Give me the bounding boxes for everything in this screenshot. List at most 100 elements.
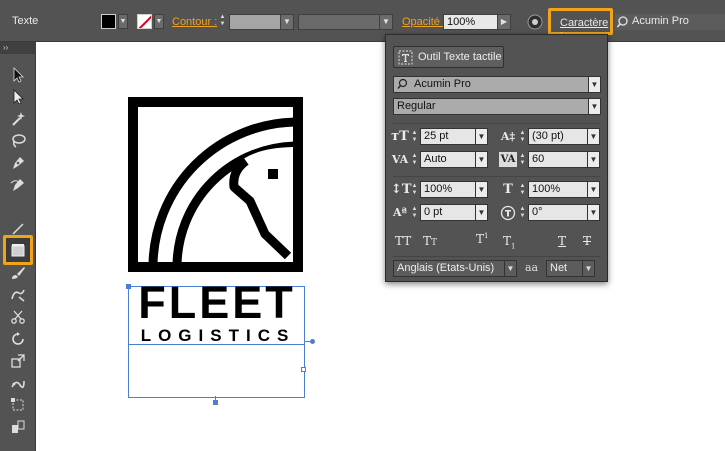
font-family-search-icon (397, 78, 410, 96)
control-bar: Texte ▼ ▼ Contour : ▲ ▼ ▼ ▼ Opacité : 100… (0, 0, 725, 42)
subscript-icon[interactable]: T1 (503, 234, 515, 250)
character-panel-toggle[interactable]: Caractère : (548, 8, 613, 41)
vertical-scale-dropdown-icon[interactable]: ▼ (475, 181, 488, 198)
font-size-icon: ᴛT (391, 129, 409, 144)
opacity-field[interactable]: 100% (443, 14, 498, 30)
tracking-icon: VA (499, 152, 517, 167)
font-family-value: Acumin Pro (414, 78, 471, 90)
panel-divider (393, 123, 601, 124)
vertical-scale-spinner[interactable]: ▲ ▼ (410, 181, 419, 198)
horizontal-scale-field[interactable]: 100% (528, 181, 588, 198)
variable-width-dropdown-icon[interactable]: ▼ (379, 14, 393, 30)
tracking-field[interactable]: 60 (528, 151, 588, 168)
vertical-scale-field[interactable]: 100% (420, 181, 476, 198)
scale-tool-icon[interactable] (7, 350, 29, 372)
superscript-icon[interactable]: T1 (476, 232, 488, 246)
recolor-icon[interactable] (526, 13, 544, 31)
shaper-tool-icon[interactable] (7, 284, 29, 306)
stroke-swatch[interactable] (137, 14, 152, 29)
rectangle-tool-icon[interactable] (7, 240, 29, 262)
kerning-icon: VA (391, 153, 409, 166)
touch-type-icon (398, 50, 413, 68)
tracking-dropdown-icon[interactable]: ▼ (587, 151, 600, 168)
font-style-dropdown-icon[interactable]: ▼ (588, 98, 601, 115)
leading-spinner[interactable]: ▲ ▼ (518, 128, 527, 145)
font-size-spinner[interactable]: ▲ ▼ (410, 128, 419, 145)
touch-type-label: Outil Texte tactile (418, 51, 502, 63)
puppet-warp-tool-icon[interactable] (7, 372, 29, 394)
kerning-spinner[interactable]: ▲ ▼ (410, 151, 419, 168)
stroke-weight-field[interactable] (229, 14, 281, 30)
opacity-arrow-icon[interactable]: ▶ (497, 14, 511, 30)
horizontal-scale-spinner[interactable]: ▲ ▼ (518, 181, 527, 198)
overflow-handle[interactable] (301, 367, 306, 372)
toolbox-collapse-icon[interactable]: ›› (0, 42, 36, 54)
free-transform-tool-icon[interactable] (7, 394, 29, 416)
small-caps-icon[interactable]: TT (423, 234, 437, 248)
font-family-dropdown-icon[interactable]: ▼ (588, 76, 601, 93)
panel-divider (393, 176, 601, 177)
logo-wordmark-logistics[interactable]: LOGISTICS (126, 326, 310, 346)
leading-icon: A‡ (500, 130, 516, 143)
rotation-dropdown-icon[interactable]: ▼ (587, 204, 600, 221)
horizontal-scale-icon: T (503, 182, 513, 197)
horizontal-scale-dropdown-icon[interactable]: ▼ (587, 181, 600, 198)
character-panel: Outil Texte tactile Acumin Pro ▼ Regular… (385, 34, 608, 282)
antialias-icon: aa (525, 261, 539, 274)
underline-icon[interactable]: T (558, 234, 566, 248)
pen-tool-icon[interactable] (7, 152, 29, 174)
font-size-field[interactable]: 25 pt (420, 128, 476, 145)
selection-tool-icon[interactable] (7, 64, 29, 86)
vertical-scale-icon: ↕T (391, 182, 412, 197)
fill-swatch[interactable] (101, 14, 116, 29)
language-dropdown-icon[interactable]: ▼ (504, 260, 517, 277)
magic-wand-tool-icon[interactable] (7, 108, 29, 130)
font-family-select[interactable]: Acumin Pro (393, 76, 589, 93)
horse-logo-mark[interactable] (128, 97, 303, 272)
paintbrush-tool-icon[interactable] (7, 262, 29, 284)
active-tool-name: Texte (12, 15, 39, 27)
baseline-shift-icon: Aª (393, 206, 407, 219)
leading-dropdown-icon[interactable]: ▼ (587, 128, 600, 145)
line-segment-tool-icon[interactable] (7, 218, 29, 240)
handle-stem (215, 396, 216, 401)
kerning-field[interactable]: Auto (420, 151, 476, 168)
font-style-select[interactable]: Regular (393, 98, 589, 115)
rotate-tool-icon[interactable] (7, 328, 29, 350)
baseline-dot[interactable] (310, 339, 315, 344)
panel-divider (393, 256, 601, 257)
leading-field[interactable]: (30 pt) (528, 128, 588, 145)
language-select[interactable]: Anglais (Etats-Unis) (393, 260, 505, 277)
opacity-label[interactable]: Opacité : (402, 16, 446, 28)
baseline-shift-field[interactable]: 0 pt (420, 204, 476, 221)
lasso-tool-icon[interactable] (7, 130, 29, 152)
stroke-weight-dropdown-icon[interactable]: ▼ (280, 14, 294, 30)
rotation-spinner[interactable]: ▲ ▼ (518, 204, 527, 221)
scissors-tool-icon[interactable] (7, 306, 29, 328)
font-size-dropdown-icon[interactable]: ▼ (475, 128, 488, 145)
logo-wordmark-fleet[interactable]: FLEET (128, 280, 306, 325)
shape-builder-tool-icon[interactable] (7, 416, 29, 438)
stroke-weight-spinner[interactable]: ▲ ▼ (218, 13, 227, 29)
font-search-icon (616, 15, 631, 32)
variable-width-profile-field[interactable] (298, 14, 380, 30)
antialias-select[interactable]: Net (546, 260, 583, 277)
curvature-tool-icon[interactable] (7, 174, 29, 196)
direct-selection-tool-icon[interactable] (7, 86, 29, 108)
font-name: Acumin Pro (632, 15, 689, 27)
stroke-dropdown-icon[interactable]: ▼ (154, 14, 164, 29)
antialias-dropdown-icon[interactable]: ▼ (582, 260, 595, 277)
tracking-spinner[interactable]: ▲ ▼ (518, 151, 527, 168)
kerning-dropdown-icon[interactable]: ▼ (475, 151, 488, 168)
character-rotation-icon (500, 205, 516, 221)
touch-type-button[interactable]: Outil Texte tactile (393, 46, 504, 68)
baseline-shift-dropdown-icon[interactable]: ▼ (475, 204, 488, 221)
fill-dropdown-icon[interactable]: ▼ (118, 14, 128, 29)
rotation-field[interactable]: 0° (528, 204, 588, 221)
strikethrough-icon[interactable]: T (583, 234, 591, 248)
stroke-label[interactable]: Contour : (172, 16, 217, 28)
font-field[interactable]: Acumin Pro (615, 14, 725, 30)
text-baseline-line (128, 344, 305, 345)
baseline-shift-spinner[interactable]: ▲ ▼ (410, 204, 419, 221)
all-caps-icon[interactable]: TT (395, 234, 411, 248)
